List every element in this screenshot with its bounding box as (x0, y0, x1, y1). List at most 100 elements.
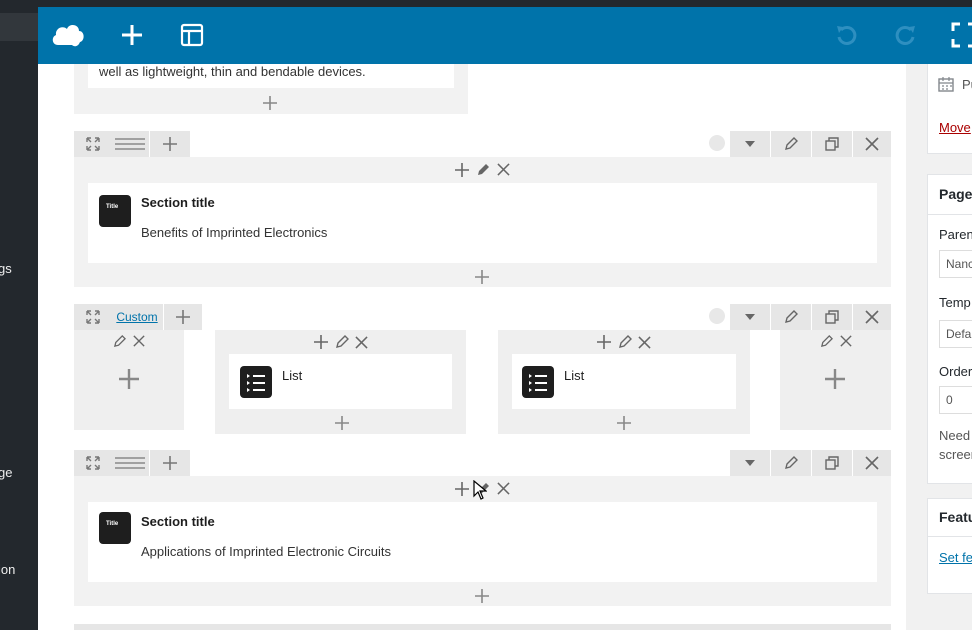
close-icon[interactable] (638, 336, 651, 349)
expand-icon[interactable] (74, 131, 112, 157)
add-icon[interactable] (455, 482, 469, 496)
column: List (498, 330, 750, 434)
column-partial: well as lightweight, thin and bendable d… (74, 64, 468, 114)
add-element-icon[interactable] (617, 416, 631, 430)
logo-cloud-icon[interactable] (50, 17, 86, 53)
help-text: screen (939, 447, 972, 462)
sidebar-item-fragment[interactable]: gs (0, 261, 12, 276)
chevron-down-icon[interactable] (730, 304, 770, 330)
help-text: Need (939, 428, 971, 443)
add-element-icon[interactable] (119, 369, 139, 389)
list-element-icon (240, 366, 272, 398)
edit-pencil-icon[interactable] (113, 335, 126, 348)
row-controls (74, 131, 891, 157)
template-label: Temp (939, 295, 971, 310)
publish-fragment: Pu (962, 77, 972, 92)
move-to-trash-link[interactable]: Move (939, 120, 971, 135)
expand-icon[interactable] (74, 304, 112, 330)
edit-pencil-icon[interactable] (335, 335, 349, 349)
section-title-element[interactable]: Title Section title Applications of Impr… (88, 502, 877, 582)
close-icon[interactable] (497, 163, 510, 176)
close-icon[interactable] (840, 335, 852, 347)
column: List (215, 330, 466, 434)
drag-handle-icon[interactable] (111, 131, 149, 157)
edit-pencil-icon[interactable] (771, 450, 811, 476)
add-element-icon[interactable] (335, 416, 349, 430)
row-body: Title Section title Applications of Impr… (74, 476, 891, 606)
close-icon[interactable] (497, 482, 510, 495)
divider (927, 536, 972, 537)
empty-column (74, 330, 184, 430)
list-element-icon (522, 366, 554, 398)
row-toggle-dot[interactable] (709, 135, 725, 151)
duplicate-icon[interactable] (812, 131, 852, 157)
close-icon[interactable] (133, 335, 145, 347)
add-icon[interactable] (597, 335, 611, 349)
drag-handle-icon[interactable] (111, 450, 149, 476)
add-element-icon[interactable] (825, 369, 845, 389)
add-element-icon[interactable] (475, 589, 489, 603)
add-element-icon[interactable] (263, 96, 277, 110)
empty-column (780, 330, 891, 430)
close-icon[interactable] (853, 450, 891, 476)
row: Title Section title Benefits of Imprinte… (74, 131, 891, 287)
row-toggle-dot[interactable] (709, 308, 725, 324)
edit-pencil-icon[interactable] (476, 163, 490, 177)
element-content: Benefits of Imprinted Electronics (141, 225, 328, 240)
calendar-icon (938, 77, 954, 92)
list-element[interactable]: List (229, 354, 452, 409)
title-element-icon: Title (99, 512, 131, 544)
builder-canvas: well as lightweight, thin and bendable d… (38, 64, 906, 630)
fullscreen-icon[interactable] (946, 17, 972, 53)
close-icon[interactable] (355, 336, 368, 349)
top-strip (0, 0, 972, 7)
set-featured-image-link[interactable]: Set fe (939, 550, 972, 565)
element-content: Applications of Imprinted Electronic Cir… (141, 544, 391, 559)
redo-icon[interactable] (888, 17, 924, 53)
page-attributes-heading: Page (939, 186, 972, 202)
row-controls: Custom (74, 304, 891, 330)
parent-select[interactable]: Nanc (939, 250, 972, 278)
row-controls-partial (74, 624, 891, 630)
row: Custom List List (74, 304, 891, 436)
add-icon[interactable] (455, 163, 469, 177)
edit-pencil-icon[interactable] (618, 335, 632, 349)
duplicate-icon[interactable] (812, 304, 852, 330)
add-column-icon[interactable] (150, 450, 190, 476)
layout-icon[interactable] (174, 17, 210, 53)
edit-pencil-icon[interactable] (771, 131, 811, 157)
add-column-icon[interactable] (164, 304, 202, 330)
element-type-label: List (564, 368, 585, 383)
mouse-cursor-icon (473, 480, 487, 500)
close-icon[interactable] (853, 131, 891, 157)
add-icon[interactable] (114, 17, 150, 53)
close-icon[interactable] (853, 304, 891, 330)
custom-layout-link[interactable]: Custom (116, 310, 157, 324)
edit-pencil-icon[interactable] (771, 304, 811, 330)
add-column-icon[interactable] (150, 131, 190, 157)
list-element[interactable]: List (512, 354, 736, 409)
expand-icon[interactable] (74, 450, 112, 476)
duplicate-icon[interactable] (812, 450, 852, 476)
section-title-element[interactable]: Title Section title Benefits of Imprinte… (88, 183, 877, 263)
add-icon[interactable] (314, 335, 328, 349)
template-select[interactable]: Defa (939, 320, 972, 348)
undo-icon[interactable] (828, 17, 864, 53)
element-type-label: Section title (141, 195, 215, 210)
add-element-icon[interactable] (475, 270, 489, 284)
featured-image-heading: Featu (939, 509, 972, 525)
builder-toolbar (38, 7, 972, 64)
text-element[interactable]: well as lightweight, thin and bendable d… (88, 64, 454, 88)
sidebar-item-fragment[interactable]: ion (0, 562, 15, 577)
order-input[interactable]: 0 (939, 386, 972, 414)
row-controls (74, 450, 891, 476)
post-settings-sidebar: Pu Move Page Paren Nanc Temp Defa Order … (906, 64, 972, 630)
chevron-down-icon[interactable] (730, 131, 770, 157)
order-label: Order (939, 364, 972, 379)
element-type-label: Section title (141, 514, 215, 529)
sidebar-selected-item[interactable] (0, 13, 38, 41)
sidebar-item-fragment[interactable]: ge (0, 465, 12, 480)
chevron-down-icon[interactable] (730, 450, 770, 476)
edit-pencil-icon[interactable] (820, 335, 833, 348)
column-layout-button[interactable]: Custom (111, 304, 163, 330)
